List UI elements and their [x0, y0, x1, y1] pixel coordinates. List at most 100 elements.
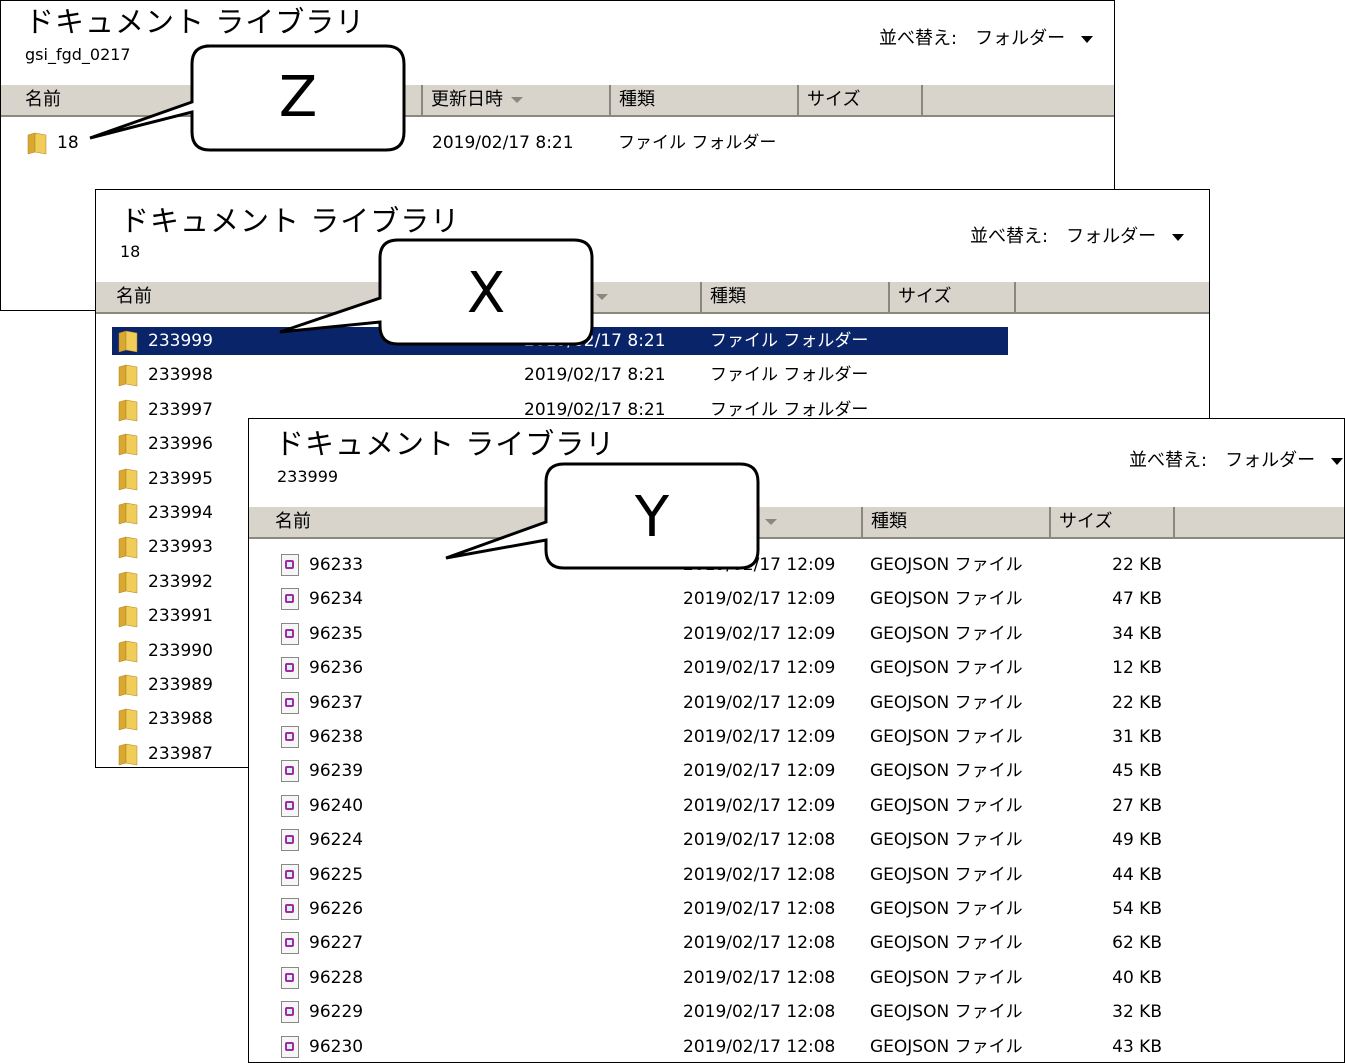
sort-value[interactable]: フォルダー: [1225, 450, 1315, 472]
list-item[interactable]: 96226 2019/02/17 12:08 GEOJSON ファイル 54 KB: [267, 895, 1327, 923]
file-name: 96228: [309, 967, 364, 988]
list-item[interactable]: 96240 2019/02/17 12:09 GEOJSON ファイル 27 KB: [267, 792, 1327, 820]
folder-path: 233999: [277, 467, 339, 486]
file-name: 233994: [148, 503, 213, 523]
list-item[interactable]: 96234 2019/02/17 12:09 GEOJSON ファイル 47 KB: [267, 585, 1327, 613]
file-size: 34 KB: [1112, 623, 1162, 644]
file-name: 96226: [309, 899, 364, 919]
item-type: GEOJSON ファイル: [870, 589, 1023, 610]
item-type: GEOJSON ファイル: [870, 623, 1023, 644]
item-type: GEOJSON ファイル: [870, 692, 1023, 713]
list-item[interactable]: 96225 2019/02/17 12:08 GEOJSON ファイル 44 KB: [267, 861, 1327, 889]
file-name: 96239: [309, 761, 364, 782]
column-header-size[interactable]: サイズ: [890, 282, 1016, 312]
sort-control[interactable]: 並べ替え: フォルダー: [970, 226, 1185, 248]
modified-date: 2019/02/17 8:21: [524, 365, 666, 386]
modified-date: 2019/02/17 12:09: [683, 795, 836, 816]
modified-date: 2019/02/17 12:08: [683, 1036, 836, 1057]
file-name: 96224: [309, 830, 364, 851]
list-item[interactable]: 96236 2019/02/17 12:09 GEOJSON ファイル 12 KB: [267, 654, 1327, 682]
geojson-file-icon: [281, 898, 299, 920]
folder-icon: [118, 537, 138, 559]
item-type: GEOJSON ファイル: [870, 795, 1023, 816]
geojson-file-icon: [281, 794, 299, 817]
list-item[interactable]: 96237 2019/02/17 12:09 GEOJSON ファイル 22 KB: [267, 689, 1327, 717]
file-name: 233996: [148, 434, 213, 455]
item-type: GEOJSON ファイル: [870, 899, 1023, 919]
modified-date: 2019/02/17 12:09: [683, 727, 836, 747]
folder-icon: [118, 605, 138, 628]
file-name: 233990: [148, 640, 213, 661]
callout-label-z: Z: [278, 65, 318, 130]
folder-icon: [118, 743, 138, 766]
list-item[interactable]: 233998 2019/02/17 8:21 ファイル フォルダー: [112, 361, 1008, 389]
item-type: GEOJSON ファイル: [870, 933, 1023, 954]
file-name: 96230: [309, 1036, 364, 1057]
item-type: GEOJSON ファイル: [870, 555, 1023, 575]
list-item[interactable]: 96227 2019/02/17 12:08 GEOJSON ファイル 62 KB: [267, 929, 1327, 957]
column-header: 名前 種類 サイズ: [96, 282, 1209, 314]
folder-icon: [118, 433, 138, 456]
geojson-file-icon: [281, 588, 299, 611]
item-type: GEOJSON ファイル: [870, 658, 1023, 679]
item-type: ファイル フォルダー: [710, 331, 869, 351]
explorer-window-y: ドキュメント ライブラリ 233999 並べ替え: フォルダー 名前 種類 サイ…: [248, 418, 1345, 1063]
library-title: ドキュメント ライブラリ: [120, 204, 461, 238]
folder-icon: [118, 399, 138, 422]
modified-date: 2019/02/17 12:09: [683, 589, 836, 610]
folder-icon: [118, 640, 138, 662]
list-item[interactable]: 96230 2019/02/17 12:08 GEOJSON ファイル 43 KB: [267, 1033, 1327, 1061]
list-item[interactable]: 96228 2019/02/17 12:08 GEOJSON ファイル 40 KB: [267, 964, 1327, 992]
item-type: GEOJSON ファイル: [870, 1036, 1023, 1057]
file-size: 62 KB: [1112, 933, 1162, 954]
file-size: 54 KB: [1112, 899, 1162, 919]
list-item[interactable]: 96235 2019/02/17 12:09 GEOJSON ファイル 34 KB: [267, 620, 1327, 648]
list-item[interactable]: 96224 2019/02/17 12:08 GEOJSON ファイル 49 KB: [267, 826, 1327, 854]
callout-label-y: Y: [634, 485, 670, 550]
geojson-file-icon: [281, 863, 299, 886]
file-name: 96237: [309, 692, 364, 713]
item-type: GEOJSON ファイル: [870, 727, 1023, 747]
file-name: 96234: [309, 589, 364, 610]
sort-control[interactable]: 並べ替え: フォルダー: [1129, 450, 1344, 472]
geojson-file-icon: [281, 1035, 299, 1058]
sort-value[interactable]: フォルダー: [1066, 226, 1156, 248]
file-name: 233999: [148, 331, 213, 351]
sort-label: 並べ替え:: [1129, 450, 1208, 471]
modified-date: 2019/02/17 12:08: [683, 830, 836, 851]
file-size: 49 KB: [1112, 830, 1162, 851]
column-header-type[interactable]: 種類: [611, 85, 799, 115]
modified-date: 2019/02/17 12:09: [683, 692, 836, 713]
geojson-file-icon: [281, 554, 299, 576]
file-size: 22 KB: [1112, 555, 1162, 575]
item-type: GEOJSON ファイル: [870, 761, 1023, 782]
file-name: 233998: [148, 365, 213, 386]
chevron-down-icon[interactable]: [1331, 457, 1344, 465]
file-name: 233997: [148, 399, 213, 420]
file-size: 27 KB: [1112, 795, 1162, 816]
library-title: ドキュメント ライブラリ: [25, 5, 366, 39]
modified-date: 2019/02/17 12:08: [683, 899, 836, 919]
modified-date: 2019/02/17 12:08: [683, 967, 836, 988]
column-header-type[interactable]: 種類: [863, 507, 1051, 537]
column-header-size[interactable]: サイズ: [1051, 507, 1175, 537]
folder-icon: [118, 330, 138, 353]
column-header-size[interactable]: サイズ: [799, 85, 923, 115]
list-item[interactable]: 96239 2019/02/17 12:09 GEOJSON ファイル 45 KB: [267, 757, 1327, 785]
geojson-file-icon: [281, 932, 299, 955]
list-item[interactable]: 96238 2019/02/17 12:09 GEOJSON ファイル 31 KB: [267, 723, 1327, 751]
file-size: 47 KB: [1112, 589, 1162, 610]
item-type: GEOJSON ファイル: [870, 864, 1023, 885]
sort-control[interactable]: 並べ替え: フォルダー: [879, 28, 1094, 50]
list-item[interactable]: 96229 2019/02/17 12:08 GEOJSON ファイル 32 KB: [267, 998, 1327, 1026]
column-header-type[interactable]: 種類: [702, 282, 890, 312]
column-header-date[interactable]: 更新日時: [423, 85, 611, 115]
file-name: 233993: [148, 537, 213, 558]
file-name: 233992: [148, 571, 213, 592]
folder-icon: [118, 365, 138, 387]
modified-date: 2019/02/17 12:08: [683, 864, 836, 885]
sort-value[interactable]: フォルダー: [975, 28, 1065, 50]
list-item[interactable]: 96233 2019/02/17 12:09 GEOJSON ファイル 22 KB: [267, 551, 1327, 579]
chevron-down-icon[interactable]: [1081, 35, 1094, 43]
chevron-down-icon[interactable]: [1172, 233, 1185, 241]
